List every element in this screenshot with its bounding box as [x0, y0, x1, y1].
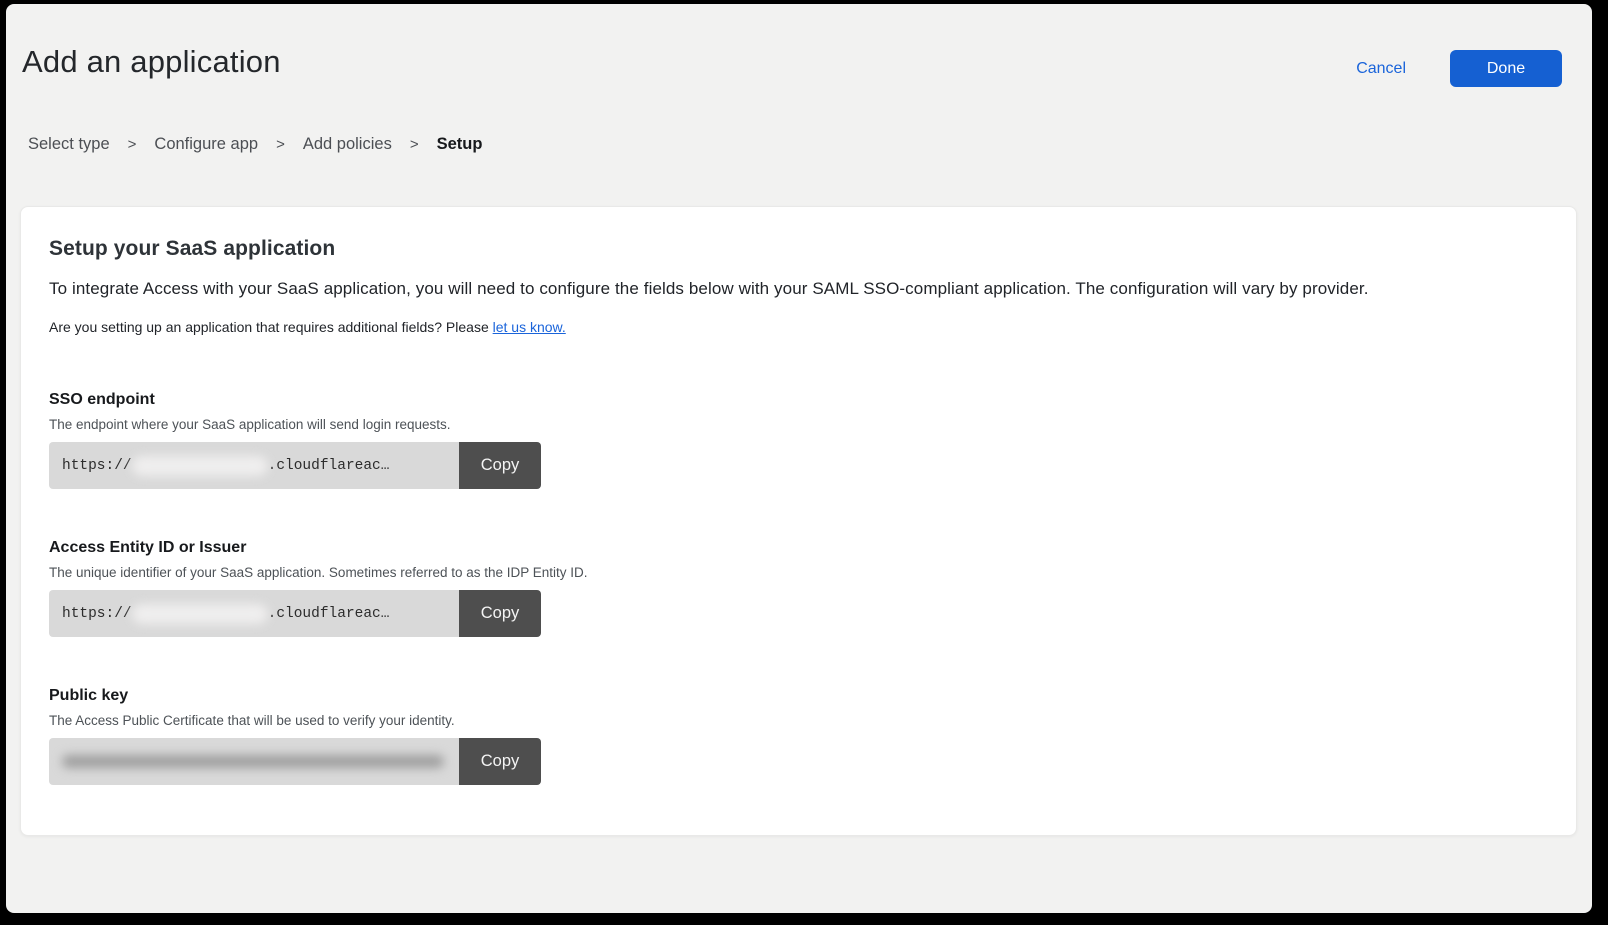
field-row: https:// .cloudflareac… Copy [49, 590, 541, 637]
card-note-text: Are you setting up an application that r… [49, 319, 493, 335]
done-button[interactable]: Done [1450, 50, 1562, 87]
public-key-value [49, 738, 459, 785]
field-label: Access Entity ID or Issuer [49, 539, 1548, 557]
value-suffix: .cloudflareac… [268, 458, 390, 474]
page-header: Add an application Cancel Done [6, 4, 1592, 87]
breadcrumb-item-add-policies[interactable]: Add policies [303, 135, 392, 154]
field-description: The unique identifier of your SaaS appli… [49, 565, 1548, 580]
field-row: Copy [49, 738, 541, 785]
value-prefix: https:// [62, 458, 132, 474]
card-note: Are you setting up an application that r… [49, 319, 1548, 335]
page-frame: Add an application Cancel Done Select ty… [6, 4, 1592, 913]
breadcrumb-item-configure-app[interactable]: Configure app [154, 135, 258, 154]
copy-button[interactable]: Copy [459, 442, 541, 489]
access-entity-id-value: https:// .cloudflareac… [49, 590, 459, 637]
redacted-value-segment [62, 755, 444, 768]
breadcrumb-separator: > [410, 136, 419, 153]
field-section-public-key: Public key The Access Public Certificate… [49, 687, 1548, 785]
header-actions: Cancel Done [1356, 50, 1562, 87]
card-intro: To integrate Access with your SaaS appli… [49, 279, 1548, 299]
breadcrumb-separator: > [276, 136, 285, 153]
card-heading: Setup your SaaS application [49, 237, 1548, 261]
copy-button[interactable]: Copy [459, 738, 541, 785]
page-title: Add an application [22, 44, 281, 80]
let-us-know-link[interactable]: let us know. [493, 319, 566, 335]
field-section-access-entity-id: Access Entity ID or Issuer The unique id… [49, 539, 1548, 637]
copy-button[interactable]: Copy [459, 590, 541, 637]
field-label: SSO endpoint [49, 391, 1548, 409]
sso-endpoint-value: https:// .cloudflareac… [49, 442, 459, 489]
breadcrumb-item-select-type[interactable]: Select type [28, 135, 110, 154]
breadcrumb: Select type > Configure app > Add polici… [28, 135, 1592, 154]
breadcrumb-separator: > [128, 136, 137, 153]
field-row: https:// .cloudflareac… Copy [49, 442, 541, 489]
field-label: Public key [49, 687, 1548, 705]
value-prefix: https:// [62, 606, 132, 622]
field-description: The endpoint where your SaaS application… [49, 417, 1548, 432]
breadcrumb-item-setup: Setup [437, 135, 483, 154]
field-description: The Access Public Certificate that will … [49, 713, 1548, 728]
value-suffix: .cloudflareac… [268, 606, 390, 622]
setup-card: Setup your SaaS application To integrate… [20, 206, 1577, 836]
redacted-value-segment [132, 604, 268, 624]
redacted-value-segment [132, 456, 268, 476]
cancel-button[interactable]: Cancel [1356, 60, 1406, 78]
field-section-sso-endpoint: SSO endpoint The endpoint where your Saa… [49, 391, 1548, 489]
